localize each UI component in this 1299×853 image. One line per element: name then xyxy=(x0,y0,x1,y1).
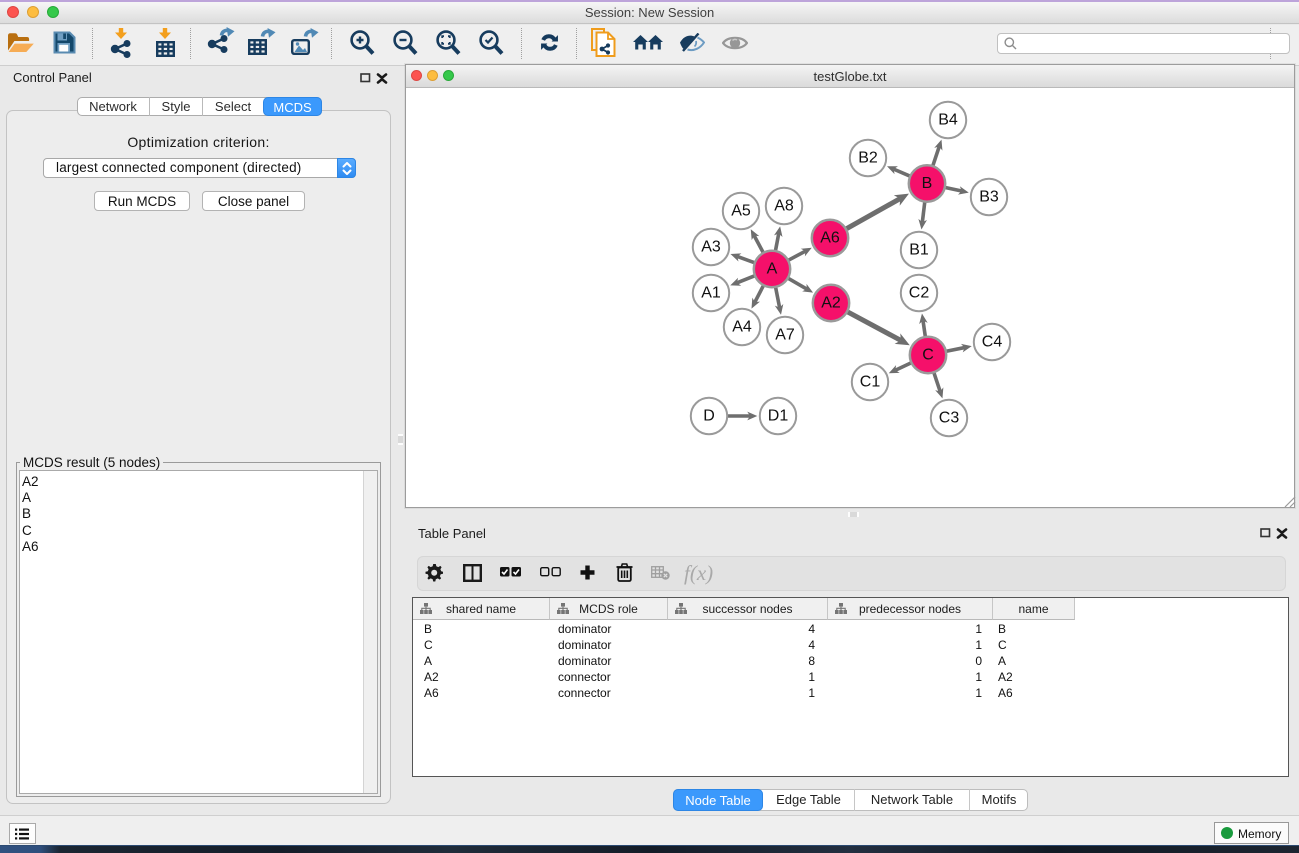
svg-text:C2: C2 xyxy=(909,285,930,302)
svg-text:C: C xyxy=(922,347,934,364)
svg-text:A8: A8 xyxy=(774,198,794,215)
svg-text:A6: A6 xyxy=(820,230,840,247)
svg-text:A3: A3 xyxy=(701,239,721,256)
svg-text:B1: B1 xyxy=(909,242,929,259)
svg-text:B2: B2 xyxy=(858,150,878,167)
svg-text:B4: B4 xyxy=(938,112,958,129)
svg-text:A7: A7 xyxy=(775,327,795,344)
svg-text:C1: C1 xyxy=(860,374,881,391)
svg-text:B3: B3 xyxy=(979,189,999,206)
svg-text:A: A xyxy=(767,261,778,278)
svg-text:A5: A5 xyxy=(731,203,751,220)
svg-text:A2: A2 xyxy=(821,295,841,312)
svg-text:C4: C4 xyxy=(982,334,1003,351)
svg-text:B: B xyxy=(922,175,933,192)
svg-text:D1: D1 xyxy=(768,408,789,425)
svg-text:A1: A1 xyxy=(701,285,721,302)
svg-text:A4: A4 xyxy=(732,319,752,336)
svg-text:C3: C3 xyxy=(939,410,960,427)
svg-text:D: D xyxy=(703,408,715,425)
